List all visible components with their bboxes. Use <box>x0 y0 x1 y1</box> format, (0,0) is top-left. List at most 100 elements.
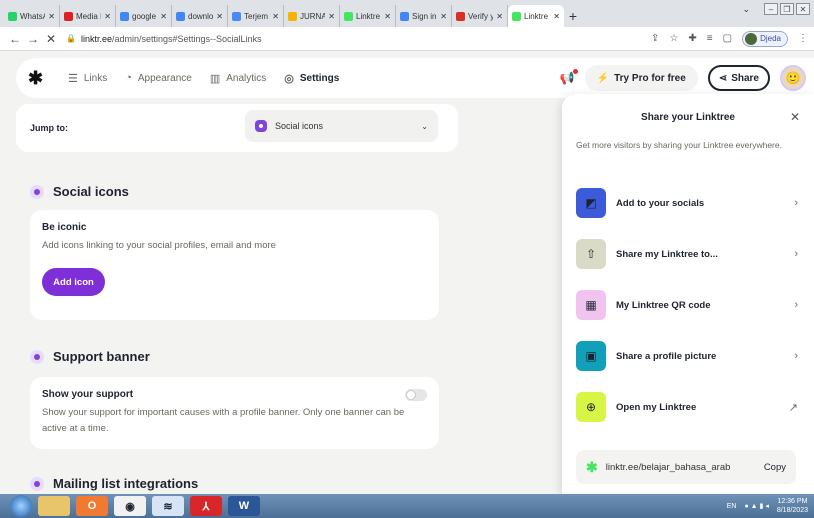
close-icon[interactable]: ✕ <box>790 110 800 124</box>
browser-tab[interactable]: google ✕ <box>116 5 172 27</box>
bookmark-star-icon[interactable]: ☆ <box>669 33 678 44</box>
jump-to-select[interactable]: Social icons ⌄ <box>245 110 438 142</box>
tab-title: downlo <box>188 11 214 21</box>
side-panel-icon[interactable]: ▢ <box>723 33 732 44</box>
user-avatar[interactable]: 🙂 <box>780 65 806 91</box>
tab-close-icon[interactable]: ✕ <box>216 12 223 21</box>
share-item-label: Open my Linktree <box>616 401 697 413</box>
tab-search-icon[interactable]: ⌄ <box>742 4 750 15</box>
browser-tab[interactable]: JURNAI✕ <box>284 5 340 27</box>
start-button[interactable] <box>10 495 32 517</box>
bar-chart-icon: ▥ <box>209 72 221 85</box>
nav-analytics-label: Analytics <box>226 72 267 84</box>
browser-tab[interactable]: Sign in ✕ <box>396 5 452 27</box>
linktree-url-copy-bar: ✱ linktr.ee/belajar_bahasa_arab Copy <box>576 450 796 484</box>
language-indicator[interactable]: EN <box>727 503 737 510</box>
new-tab-button[interactable]: + <box>564 5 582 27</box>
chrome-icon[interactable]: ◉ <box>114 496 146 516</box>
globe-icon: ⊕ <box>576 392 606 422</box>
nav-appearance[interactable]: ◔ Appearance <box>125 72 192 84</box>
shapes-icon: ◔ <box>125 72 132 84</box>
office-icon[interactable]: O <box>76 496 108 516</box>
profile-chip[interactable]: Djeda <box>742 30 788 47</box>
browser-tab[interactable]: Linktre ✕ <box>340 5 396 27</box>
be-iconic-text: Add icons linking to your social profile… <box>42 240 276 251</box>
system-clock[interactable]: 12:36 PM 8/18/2023 <box>777 497 808 515</box>
browser-address-bar: ← → ✕ 🔒 linktr.ee/admin/settings#Setting… <box>0 27 814 51</box>
tray-icons[interactable]: ● ▲ ▮ ◂ <box>744 502 768 510</box>
file-explorer-icon[interactable] <box>38 496 70 516</box>
nav-analytics[interactable]: ▥ Analytics <box>210 72 266 85</box>
support-banner-card: Show your support Show your support for … <box>30 377 439 449</box>
share-item-profile-picture[interactable]: ▣ Share a profile picture › <box>576 339 798 373</box>
tab-favicon-icon <box>512 11 521 21</box>
tab-close-icon[interactable]: ✕ <box>328 12 335 21</box>
support-banner-toggle[interactable] <box>405 389 427 401</box>
nav-settings[interactable]: ◎ Settings <box>284 72 339 85</box>
support-banner-heading: Support banner <box>30 349 150 364</box>
chevron-right-icon: › <box>794 197 798 209</box>
browser-tab[interactable]: WhatsA ✕ <box>4 5 60 27</box>
jump-to-bar: Jump to: Social icons ⌄ <box>16 104 458 152</box>
back-icon[interactable]: ← <box>6 32 24 46</box>
share-button[interactable]: ⋖ Share <box>707 65 770 91</box>
copy-button[interactable]: Copy <box>764 462 786 473</box>
share-item-label: My Linktree QR code <box>616 299 711 311</box>
forward-icon[interactable]: → <box>24 32 42 46</box>
pdf-reader-icon[interactable]: ⅄ <box>190 496 222 516</box>
share-item-share-linktree[interactable]: ⇧ Share my Linktree to... › <box>576 237 798 271</box>
external-link-icon: ↗ <box>788 401 798 414</box>
tab-close-icon[interactable]: ✕ <box>384 12 391 21</box>
system-tray: EN ● ▲ ▮ ◂ 12:36 PM 8/18/2023 <box>727 497 814 515</box>
tab-close-icon[interactable]: ✕ <box>553 12 560 21</box>
nav-links[interactable]: ☰ Links <box>68 72 107 85</box>
share-item-label: Add to your socials <box>616 197 705 209</box>
try-pro-button[interactable]: ⚡ Try Pro for free <box>584 65 698 91</box>
tab-title: Terjem <box>244 11 269 21</box>
linktree-logo[interactable]: ✱ <box>28 68 50 89</box>
browser-tab[interactable]: Linktre ✕ <box>508 5 564 27</box>
be-iconic-title: Be iconic <box>42 222 87 233</box>
word-icon[interactable]: W <box>228 496 260 516</box>
gear-icon: ◎ <box>284 72 294 85</box>
share-item-qr-code[interactable]: ▦ My Linktree QR code › <box>576 288 798 322</box>
tab-close-icon[interactable]: ✕ <box>160 12 167 21</box>
share-panel-subtitle: Get more visitors by sharing your Linktr… <box>576 140 782 150</box>
share-item-add-to-socials[interactable]: ◩ Add to your socials › <box>576 186 798 220</box>
tab-favicon-icon <box>456 11 465 21</box>
url-field[interactable]: 🔒 linktr.ee/admin/settings#Settings--Soc… <box>66 30 651 48</box>
social-icons-title: Social icons <box>53 184 129 199</box>
share-page-icon[interactable]: ⇪ <box>651 33 659 44</box>
social-icons-heading: Social icons <box>30 184 129 199</box>
minimize-button[interactable]: – <box>764 3 778 15</box>
stop-icon[interactable]: ✕ <box>42 32 60 46</box>
share-item-label: Share my Linktree to... <box>616 248 718 260</box>
tab-favicon-icon <box>232 11 241 21</box>
reading-list-icon[interactable]: ≡ <box>707 33 713 44</box>
tab-title: Media I <box>76 11 102 21</box>
extensions-icon[interactable]: ✚ <box>688 33 696 44</box>
tab-title: Linktre <box>524 11 549 21</box>
url-host: linktr.ee <box>80 33 112 44</box>
tab-close-icon[interactable]: ✕ <box>272 12 279 21</box>
network-app-icon[interactable]: ≋ <box>152 496 184 516</box>
add-icon-button[interactable]: Add icon <box>42 268 105 296</box>
browser-tab[interactable]: downlo ✕ <box>172 5 228 27</box>
browser-tab[interactable]: Media I ✕ <box>60 5 116 27</box>
clock-time: 12:36 PM <box>777 498 808 505</box>
browser-tab[interactable]: Terjem ✕ <box>228 5 284 27</box>
browser-tab[interactable]: Verify y ✕ <box>452 5 508 27</box>
social-icons-section-icon <box>30 184 44 199</box>
tab-favicon-icon <box>400 11 409 21</box>
window-close-button[interactable]: ✕ <box>796 3 810 15</box>
share-item-open-linktree[interactable]: ⊕ Open my Linktree ↗ <box>576 390 798 424</box>
tab-close-icon[interactable]: ✕ <box>440 12 447 21</box>
tab-close-icon[interactable]: ✕ <box>496 12 503 21</box>
browser-menu-icon[interactable]: ⋮ <box>798 33 808 44</box>
megaphone-icon[interactable]: 📢 <box>560 69 578 85</box>
url-path: /admin/settings#Settings--SocialLinks <box>112 33 262 44</box>
tab-close-icon[interactable]: ✕ <box>48 12 55 21</box>
restore-button[interactable]: ❐ <box>780 3 794 15</box>
tab-close-icon[interactable]: ✕ <box>104 12 111 21</box>
nav-settings-label: Settings <box>299 72 340 84</box>
